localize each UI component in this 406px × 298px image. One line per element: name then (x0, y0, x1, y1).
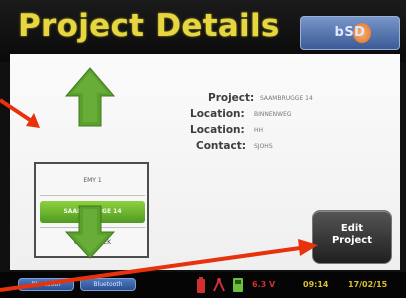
device-screen: Project Details bSD EMY 1 SAAMBRUGGE 14 … (0, 0, 406, 298)
list-divider (40, 195, 145, 196)
location-label: Location: (190, 108, 245, 120)
list-item[interactable]: EMY 1 (40, 170, 145, 192)
location-value: BINNENWEG (254, 111, 292, 118)
time-readout: 09:14 (303, 280, 329, 289)
contact-value: SJOHS (254, 143, 273, 150)
status-bar: Bluetooth Bluetooth 6.3 V 09:14 17/02/15 (0, 272, 406, 298)
voltage-readout: 6.3 V (252, 280, 276, 289)
scroll-down-arrow-icon[interactable] (65, 204, 115, 260)
battery-icon (197, 277, 205, 293)
contact-label: Contact: (196, 140, 246, 152)
signal-icon (213, 277, 225, 292)
scroll-up-arrow-icon[interactable] (65, 66, 115, 128)
storage-icon (233, 278, 243, 292)
date-readout: 17/02/15 (348, 280, 388, 289)
logo-text: bSD (334, 25, 366, 40)
edit-project-button[interactable]: Edit Project (312, 210, 392, 264)
location-value: HH (254, 127, 264, 134)
location-label: Location: (190, 124, 245, 136)
edit-project-label: Edit Project (331, 223, 373, 246)
header-bar: Project Details bSD (0, 0, 406, 62)
page-title: Project Details (18, 8, 280, 44)
project-value: SAAMBRUGGE 14 (260, 95, 313, 102)
bluetooth-button[interactable]: Bluetooth (18, 278, 74, 291)
bluetooth-button[interactable]: Bluetooth (80, 278, 136, 291)
brand-logo: bSD (300, 16, 400, 50)
project-label: Project: (208, 92, 255, 104)
